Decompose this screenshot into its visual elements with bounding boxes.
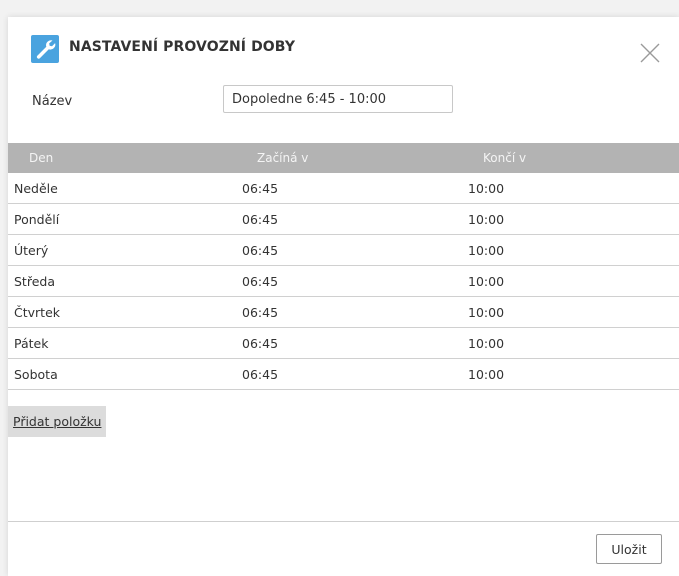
row-start-time: 06:45 <box>242 367 279 382</box>
table-row[interactable]: Čtvrtek 06:45 10:00 <box>8 297 679 328</box>
row-day: Čtvrtek <box>14 305 60 320</box>
table-row[interactable]: Pondělí 06:45 10:00 <box>8 204 679 235</box>
name-label: Název <box>32 94 73 109</box>
table-row[interactable]: Pátek 06:45 10:00 <box>8 328 679 359</box>
row-end-time: 10:00 <box>468 181 505 196</box>
table-row[interactable]: Středa 06:45 10:00 <box>8 266 679 297</box>
table-row[interactable]: Neděle 06:45 10:00 <box>8 173 679 204</box>
footer-divider <box>8 521 679 522</box>
row-end-time: 10:00 <box>468 212 505 227</box>
close-icon[interactable] <box>638 41 662 65</box>
row-start-time: 06:45 <box>242 181 279 196</box>
operating-hours-dialog: NASTAVENÍ PROVOZNÍ DOBY Název Den Začíná… <box>8 17 679 576</box>
dialog-header: NASTAVENÍ PROVOZNÍ DOBY <box>8 17 679 77</box>
row-start-time: 06:45 <box>242 274 279 289</box>
row-day: Úterý <box>14 243 49 258</box>
save-button[interactable]: Uložit <box>596 534 662 564</box>
row-end-time: 10:00 <box>468 243 505 258</box>
dialog-title: NASTAVENÍ PROVOZNÍ DOBY <box>69 39 296 55</box>
table-row[interactable]: Sobota 06:45 10:00 <box>8 359 679 390</box>
row-end-time: 10:00 <box>468 367 505 382</box>
wrench-icon <box>31 35 59 63</box>
row-start-time: 06:45 <box>242 243 279 258</box>
row-end-time: 10:00 <box>468 274 505 289</box>
row-end-time: 10:00 <box>468 305 505 320</box>
row-start-time: 06:45 <box>242 336 279 351</box>
row-day: Pondělí <box>14 212 60 227</box>
column-header-end: Končí v <box>483 151 527 165</box>
table-row[interactable]: Úterý 06:45 10:00 <box>8 235 679 266</box>
row-start-time: 06:45 <box>242 305 279 320</box>
add-item-link[interactable]: Přidat položku <box>8 406 107 437</box>
name-input[interactable] <box>223 85 453 113</box>
row-start-time: 06:45 <box>242 212 279 227</box>
column-header-start: Začíná v <box>257 151 309 165</box>
table-header: Den Začíná v Končí v <box>8 143 679 173</box>
row-day: Středa <box>14 274 55 289</box>
row-day: Sobota <box>14 367 58 382</box>
column-header-day: Den <box>29 151 54 165</box>
row-day: Neděle <box>14 181 58 196</box>
row-end-time: 10:00 <box>468 336 505 351</box>
row-day: Pátek <box>14 336 49 351</box>
schedule-table: Den Začíná v Končí v Neděle 06:45 10:00 … <box>8 143 679 390</box>
